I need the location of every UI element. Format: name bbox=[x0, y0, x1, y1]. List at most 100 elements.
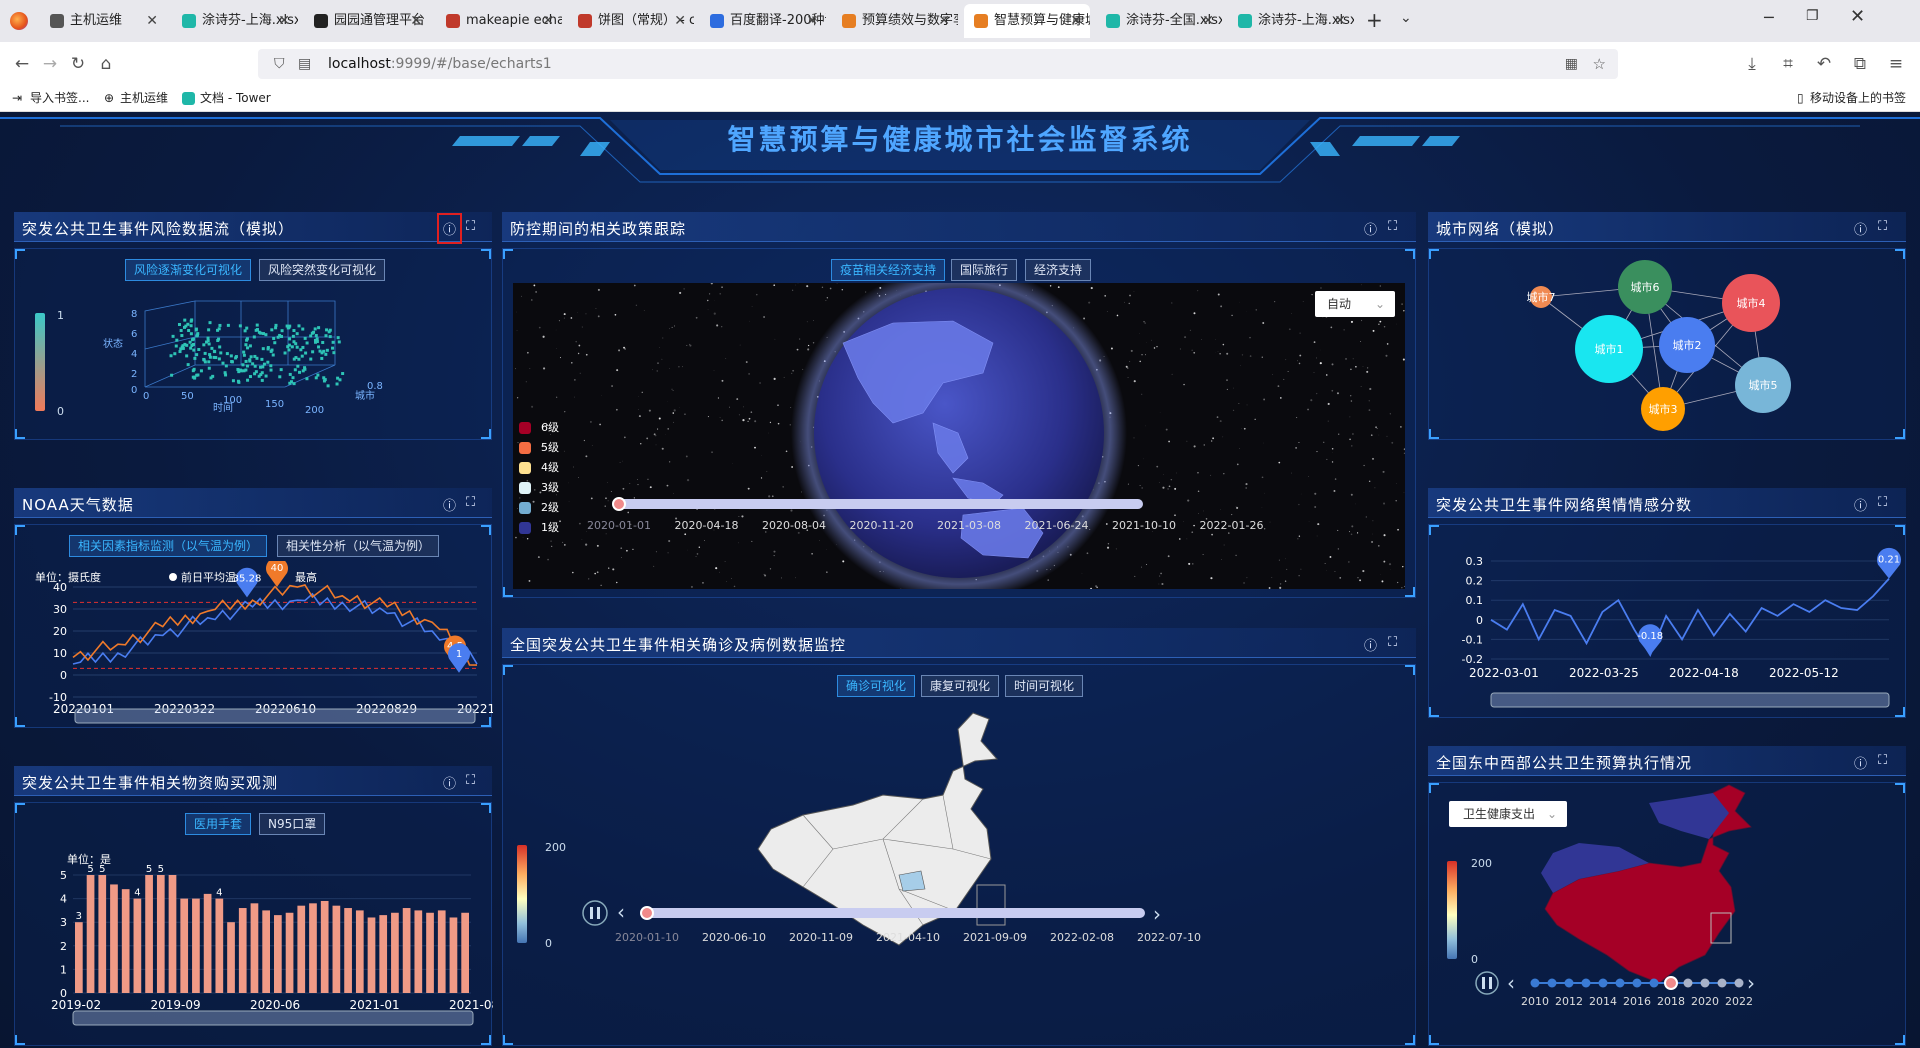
bookmark-mobile[interactable]: 移动设备上的书签 bbox=[1810, 86, 1906, 110]
tab-close-icon[interactable]: ✕ bbox=[278, 4, 290, 38]
info-icon[interactable]: ⓘ bbox=[1854, 495, 1867, 514]
risk-point bbox=[280, 329, 284, 333]
risk-point bbox=[229, 354, 233, 358]
btn-risk-gradual[interactable]: 风险逐渐变化可视化 bbox=[125, 259, 252, 281]
btn-supply-n95[interactable]: N95口罩 bbox=[259, 813, 326, 835]
risk-point bbox=[194, 327, 198, 331]
browser-tab[interactable]: 饼图（常规） - cat✕ bbox=[568, 4, 694, 38]
tab-close-icon[interactable]: ✕ bbox=[410, 4, 422, 38]
browser-tab[interactable]: 预算绩效与数字孪生✕ bbox=[832, 4, 958, 38]
url-bar[interactable]: ⛉ ▤ localhost:9999/#/base/echarts1 ▦ ☆ bbox=[258, 49, 1618, 79]
qr-code-icon[interactable]: ▦ bbox=[1565, 49, 1578, 79]
sentiment-datazoom[interactable] bbox=[1490, 692, 1890, 708]
bookmark-import[interactable]: 导入书签... bbox=[30, 86, 89, 110]
fullscreen-icon[interactable]: ⛶ bbox=[1878, 219, 1887, 234]
info-icon[interactable]: ⓘ bbox=[443, 773, 456, 792]
star bbox=[563, 313, 566, 316]
star bbox=[785, 450, 788, 453]
risk-point bbox=[207, 360, 211, 364]
star bbox=[659, 346, 660, 348]
tab-close-icon[interactable]: ✕ bbox=[1070, 4, 1082, 38]
next-icon[interactable]: › bbox=[1747, 971, 1755, 995]
minimize-button[interactable]: ─ bbox=[1764, 8, 1774, 27]
tab-close-icon[interactable]: ✕ bbox=[1334, 4, 1346, 38]
back-icon[interactable]: ← bbox=[10, 52, 34, 76]
browser-tab[interactable]: makeapie echarts✕ bbox=[436, 4, 562, 38]
fullscreen-icon[interactable]: ⛶ bbox=[466, 773, 475, 788]
tab-close-icon[interactable]: ✕ bbox=[674, 4, 686, 38]
info-icon[interactable]: ⓘ bbox=[436, 213, 463, 244]
panel-budget: 全国东中西部公共卫生预算执行情况 ⓘ ⛶ 卫生健康支出 ⌄ 200 0 ‹ 20… bbox=[1428, 746, 1906, 1046]
star bbox=[1320, 287, 1322, 289]
btn-policy-travel[interactable]: 国际旅行 bbox=[951, 259, 1018, 281]
undo-icon[interactable]: ↶ bbox=[1812, 52, 1836, 76]
browser-tab[interactable]: 百度翻译-200种语✕ bbox=[700, 4, 826, 38]
tab-close-icon[interactable]: ✕ bbox=[806, 4, 818, 38]
pause-icon[interactable] bbox=[1475, 971, 1499, 995]
fullscreen-icon[interactable]: ⛶ bbox=[466, 219, 475, 234]
info-icon[interactable]: ⓘ bbox=[1364, 219, 1377, 238]
fullscreen-icon[interactable]: ⛶ bbox=[1388, 219, 1397, 234]
fullscreen-icon[interactable]: ⛶ bbox=[1388, 635, 1397, 650]
btn-risk-sudden[interactable]: 风险突然变化可视化 bbox=[259, 259, 386, 281]
btn-supply-gloves[interactable]: 医用手套 bbox=[185, 813, 252, 835]
browser-tab[interactable]: 涂诗芬-上海.xlsx -✕ bbox=[1228, 4, 1354, 38]
browser-tab[interactable]: 涂诗芬-上海.xlsx -✕ bbox=[172, 4, 298, 38]
browser-tab[interactable]: 主机运维 ✕ bbox=[40, 4, 166, 38]
btn-noaa-monitor[interactable]: 相关因素指标监测（以气温为例） bbox=[69, 535, 268, 557]
panel-budget-title: 全国东中西部公共卫生预算执行情况 bbox=[1436, 754, 1693, 772]
noaa-datazoom[interactable] bbox=[74, 708, 476, 724]
btn-cases-recovered[interactable]: 康复可视化 bbox=[921, 675, 1000, 697]
btn-cases-time[interactable]: 时间可视化 bbox=[1005, 675, 1084, 697]
bookmark-ops[interactable]: 主机运维 bbox=[120, 86, 168, 110]
browser-tab[interactable]: 智慧预算与健康城 ✕ bbox=[964, 4, 1090, 38]
next-icon[interactable]: › bbox=[1153, 902, 1161, 926]
new-tab-button[interactable]: + bbox=[1366, 8, 1383, 32]
btn-policy-economy[interactable]: 经济支持 bbox=[1025, 259, 1092, 281]
menu-icon[interactable]: ≡ bbox=[1884, 52, 1908, 76]
browser-tab[interactable]: 涂诗芬-全国.xlsx -✕ bbox=[1096, 4, 1222, 38]
crop-icon[interactable]: ⌗ bbox=[1776, 52, 1800, 76]
policy-legend-item[interactable]: 4级 bbox=[519, 459, 559, 477]
btn-cases-confirmed[interactable]: 确诊可视化 bbox=[837, 675, 916, 697]
policy-legend-item[interactable]: 6级 bbox=[519, 419, 559, 437]
risk-point bbox=[309, 357, 313, 361]
prev-icon[interactable]: ‹ bbox=[617, 900, 625, 924]
btn-policy-vaccine[interactable]: 疫苗相关经济支持 bbox=[831, 259, 946, 281]
bookmark-tower[interactable]: 文档 - Tower bbox=[200, 86, 271, 110]
pause-icon[interactable] bbox=[582, 900, 608, 926]
reload-icon[interactable]: ↻ bbox=[66, 52, 90, 76]
info-icon[interactable]: ⓘ bbox=[1854, 219, 1867, 238]
globe-view-select[interactable]: 自动 ⌄ bbox=[1315, 291, 1395, 317]
info-icon[interactable]: ⓘ bbox=[1364, 635, 1377, 654]
tab-close-icon[interactable]: ✕ bbox=[938, 4, 950, 38]
star bbox=[760, 477, 763, 479]
info-icon[interactable]: ⓘ bbox=[443, 495, 456, 514]
star bbox=[707, 416, 709, 418]
forward-icon[interactable]: → bbox=[38, 52, 62, 76]
noaa-y-tick: 20 bbox=[53, 625, 67, 638]
close-window-button[interactable]: ✕ bbox=[1850, 6, 1865, 27]
fullscreen-icon[interactable]: ⛶ bbox=[466, 495, 475, 510]
policy-legend-item[interactable]: 5级 bbox=[519, 439, 559, 457]
star bbox=[1350, 320, 1354, 323]
tab-list-chevron-icon[interactable]: ⌄ bbox=[1400, 10, 1412, 26]
browser-tab[interactable]: 园园通管理平台（新版✕ bbox=[304, 4, 430, 38]
download-icon[interactable]: ⤓ bbox=[1740, 52, 1764, 76]
star bbox=[1313, 372, 1315, 373]
tab-close-icon[interactable]: ✕ bbox=[1202, 4, 1214, 38]
btn-noaa-correlation[interactable]: 相关性分析（以气温为例） bbox=[277, 535, 440, 557]
firefox-logo-icon[interactable] bbox=[10, 12, 28, 30]
fullscreen-icon[interactable]: ⛶ bbox=[1878, 495, 1887, 510]
prev-icon[interactable]: ‹ bbox=[1507, 971, 1515, 995]
tab-close-icon[interactable]: ✕ bbox=[146, 4, 158, 38]
info-icon[interactable]: ⓘ bbox=[1854, 753, 1867, 772]
tab-close-icon[interactable]: ✕ bbox=[542, 4, 554, 38]
home-icon[interactable]: ⌂ bbox=[94, 52, 118, 76]
restore-button[interactable]: ❐ bbox=[1806, 8, 1819, 24]
supply-datazoom[interactable] bbox=[72, 1010, 474, 1026]
extensions-icon[interactable]: ⧉ bbox=[1848, 52, 1872, 76]
star-icon[interactable]: ☆ bbox=[1593, 49, 1606, 79]
fullscreen-icon[interactable]: ⛶ bbox=[1878, 753, 1887, 768]
risk-point bbox=[245, 364, 249, 368]
